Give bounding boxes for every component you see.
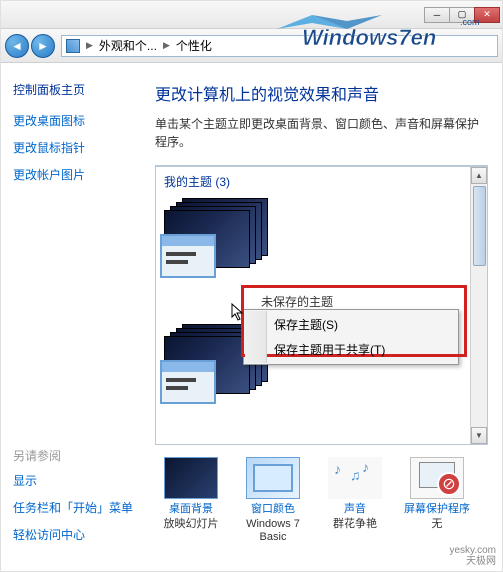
theme-unsaved-label: 未保存的主题 xyxy=(261,293,333,310)
desktop-background-option[interactable]: 桌面背景 放映幻灯片 xyxy=(155,457,227,545)
breadcrumb[interactable]: ▶ 外观和个... ▶ 个性化 xyxy=(61,35,498,57)
chevron-right-icon: ▶ xyxy=(163,40,170,51)
forward-button[interactable]: ► xyxy=(31,34,55,58)
themes-header: 我的主题 (3) xyxy=(164,173,479,190)
scroll-up-button[interactable]: ▲ xyxy=(471,167,487,184)
breadcrumb-item[interactable]: 个性化 xyxy=(176,37,212,54)
sidebar-link-desktop-icons[interactable]: 更改桌面图标 xyxy=(13,112,129,129)
close-button[interactable]: ✕ xyxy=(474,7,500,23)
page-description: 单击某个主题立即更改桌面背景、窗口颜色、声音和屏幕保护程序。 xyxy=(155,115,488,151)
breadcrumb-item[interactable]: 外观和个... xyxy=(99,37,157,54)
maximize-button[interactable]: ▢ xyxy=(449,7,475,23)
source-watermark: yesky.com 天极网 xyxy=(450,545,497,567)
see-also-header: 另请参阅 xyxy=(13,447,133,464)
sidebar-see-also: 另请参阅 显示 任务栏和「开始」菜单 轻松访问中心 xyxy=(13,447,133,553)
sounds-option[interactable]: ♪ ♫ ♪ 声音 群花争艳 xyxy=(319,457,391,545)
menu-item-save-theme-share[interactable]: 保存主题用于共享(T) xyxy=(246,337,456,362)
see-also-taskbar[interactable]: 任务栏和「开始」菜单 xyxy=(13,499,133,516)
see-also-display[interactable]: 显示 xyxy=(13,472,133,489)
bottom-options-row: 桌面背景 放映幻灯片 窗口颜色 Windows 7 Basic ♪ ♫ ♪ 声音… xyxy=(155,457,488,545)
scrollbar-thumb[interactable] xyxy=(473,186,486,266)
window-color-option[interactable]: 窗口颜色 Windows 7 Basic xyxy=(237,457,309,545)
sidebar-link-mouse-pointers[interactable]: 更改鼠标指针 xyxy=(13,139,129,156)
theme-tile[interactable] xyxy=(164,198,274,278)
sidebar: 控制面板主页 更改桌面图标 更改鼠标指针 更改帐户图片 另请参阅 显示 任务栏和… xyxy=(1,63,141,571)
scroll-down-button[interactable]: ▼ xyxy=(471,427,487,444)
desktop-background-icon xyxy=(164,457,218,499)
screensaver-icon: ⊘ xyxy=(410,457,464,499)
see-also-ease-access[interactable]: 轻松访问中心 xyxy=(13,526,133,543)
sidebar-link-account-picture[interactable]: 更改帐户图片 xyxy=(13,166,129,183)
sounds-icon: ♪ ♫ ♪ xyxy=(328,457,382,499)
back-button[interactable]: ◄ xyxy=(5,34,29,58)
disabled-icon: ⊘ xyxy=(437,472,461,496)
vertical-scrollbar[interactable]: ▲ ▼ xyxy=(470,167,487,444)
chevron-right-icon: ▶ xyxy=(86,40,93,51)
sidebar-title: 控制面板主页 xyxy=(13,81,129,98)
navbar: ◄ ► ▶ 外观和个... ▶ 个性化 xyxy=(1,29,502,63)
minimize-button[interactable]: ─ xyxy=(424,7,450,23)
window-color-icon xyxy=(246,457,300,499)
screensaver-option[interactable]: ⊘ 屏幕保护程序 无 xyxy=(401,457,473,545)
context-menu: 保存主题(S) 保存主题用于共享(T) xyxy=(243,309,459,365)
context-menu-wrap: 保存主题(S) 保存主题用于共享(T) xyxy=(243,309,459,365)
window-preview-icon xyxy=(160,234,216,278)
nav-arrows: ◄ ► xyxy=(5,34,55,58)
titlebar: ─ ▢ ✕ xyxy=(1,1,502,29)
menu-item-save-theme[interactable]: 保存主题(S) xyxy=(246,312,456,337)
breadcrumb-icon xyxy=(66,39,80,53)
page-title: 更改计算机上的视觉效果和声音 xyxy=(155,81,488,105)
cursor-icon xyxy=(231,303,247,323)
window-preview-icon xyxy=(160,360,216,404)
